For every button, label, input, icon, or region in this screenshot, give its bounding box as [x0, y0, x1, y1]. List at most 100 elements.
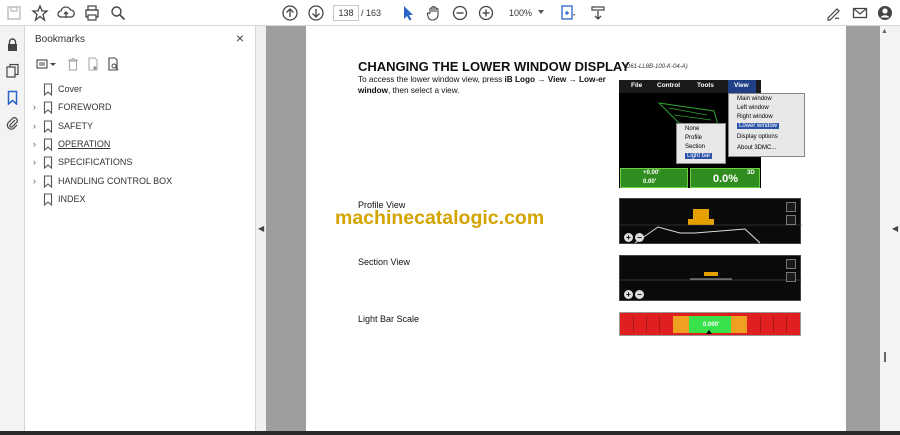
hud-panel-left: +0.00' 0.00': [620, 168, 688, 188]
section-view-label: Section View: [358, 257, 410, 267]
navigation-rail: [0, 26, 25, 435]
screen-menu-item: View: [734, 82, 749, 89]
zoom-in-icon: +: [624, 290, 633, 299]
light-bar-tick: [659, 316, 660, 333]
expand-right-icon[interactable]: ◀: [892, 224, 898, 233]
screen-dropdown-item: Light bar: [685, 153, 713, 159]
light-bar-tick: [786, 316, 787, 333]
intro-text: To access the lower window view, press: [358, 75, 505, 84]
attachment-icon[interactable]: [4, 115, 21, 132]
screen-dropdown-item: Section: [685, 144, 706, 150]
chevron-right-icon[interactable]: ›: [33, 121, 41, 133]
document-viewer[interactable]: CHANGING THE LOWER WINDOW DISPLAY (D61-L…: [266, 26, 890, 431]
account-icon[interactable]: [875, 3, 895, 23]
lock-icon[interactable]: [4, 36, 21, 53]
bookmark-icon: [43, 175, 53, 188]
bookmark-item[interactable]: › OPERATION: [25, 137, 256, 153]
document-page: CHANGING THE LOWER WINDOW DISPLAY (D61-L…: [306, 26, 846, 431]
bookmark-item[interactable]: INDEX: [25, 192, 256, 208]
screen-dropdown-item: About 3DMC...: [737, 145, 777, 151]
chevron-right-icon[interactable]: ›: [33, 157, 41, 169]
zoom-out-icon: −: [635, 233, 644, 242]
chevron-down-icon[interactable]: [538, 10, 544, 14]
bookmark-label: SPECIFICATIONS: [58, 157, 133, 167]
fit-page-icon[interactable]: [558, 3, 578, 23]
heading-code: (D61-LL8B-100-K-04-A): [624, 64, 688, 70]
select-pointer-icon[interactable]: [398, 3, 418, 23]
delete-icon[interactable]: [65, 56, 81, 72]
bookmark-item[interactable]: › SPECIFICATIONS: [25, 155, 256, 171]
page-total: / 163: [361, 8, 382, 18]
zoom-in-icon: +: [624, 233, 633, 242]
bookmark-label: FOREWORD: [58, 102, 112, 112]
intro-bold: View: [547, 75, 567, 84]
scrollbar-thumb[interactable]: [884, 352, 886, 362]
page-number-input[interactable]: 138: [333, 5, 359, 21]
collapse-left-icon[interactable]: ◀: [258, 224, 264, 233]
screen-dropdown-item: None: [685, 126, 700, 132]
screen-dropdown-item: Profile: [685, 135, 703, 141]
main-toolbar: 138 / 163 100%: [0, 0, 900, 26]
screen-view-menu: View: [728, 80, 756, 93]
light-bar-label: Light Bar Scale: [358, 314, 420, 324]
profile-view-screenshot: + −: [619, 198, 802, 244]
zoom-search-icon[interactable]: [108, 3, 128, 23]
close-icon[interactable]: ×: [233, 31, 247, 45]
bookmark-item[interactable]: › SAFETY: [25, 119, 256, 135]
star-icon[interactable]: [30, 3, 50, 23]
chevron-right-icon[interactable]: ›: [33, 102, 41, 114]
page-down-icon[interactable]: [306, 3, 326, 23]
email-icon[interactable]: [850, 3, 870, 23]
bookmark-icon: [43, 156, 53, 169]
find-bookmark-icon[interactable]: [105, 56, 121, 72]
sign-icon[interactable]: [824, 3, 844, 23]
chevron-right-icon[interactable]: ›: [33, 139, 41, 151]
chevron-right-icon[interactable]: ›: [33, 176, 41, 188]
bookmark-item[interactable]: › HANDLING CONTROL BOX: [25, 174, 256, 190]
intro-arrow: →: [535, 75, 548, 84]
save-icon[interactable]: [4, 3, 24, 23]
print-icon[interactable]: [82, 3, 102, 23]
profile-graphic: [620, 209, 802, 244]
scroll-up-icon[interactable]: ▲: [881, 28, 888, 35]
bookmark-item[interactable]: Cover: [25, 82, 256, 98]
light-bar-segment: [731, 316, 747, 333]
page-heading: CHANGING THE LOWER WINDOW DISPLAY: [358, 59, 630, 74]
screen-submenu: None Profile Section Light bar: [676, 123, 726, 164]
zoom-out-icon[interactable]: [450, 3, 470, 23]
light-bar-tick: [773, 316, 774, 333]
hud-panel-right: 0.0% 3D: [690, 168, 760, 188]
light-bar-scale: 0.000': [619, 312, 801, 336]
screen-dropdown-item: Display options: [737, 134, 778, 140]
center-marker-icon: [706, 330, 712, 334]
zoom-in-icon[interactable]: [476, 3, 496, 23]
bookmark-item[interactable]: › FOREWORD: [25, 100, 256, 116]
bookmark-label: Cover: [58, 84, 83, 94]
zoom-out-icon: −: [635, 290, 644, 299]
pages-icon[interactable]: [4, 62, 21, 79]
scroll-down-icon: [786, 215, 796, 225]
scroll-down-icon: [786, 272, 796, 282]
cloud-upload-icon[interactable]: [56, 3, 76, 23]
bookmark-icon: [43, 83, 53, 96]
screen-menubar: File Control Tools View: [619, 80, 761, 93]
panel-title: Bookmarks: [35, 34, 86, 45]
screen-view-dropdown: Main window Left window Right window Low…: [728, 93, 805, 157]
new-bookmark-icon[interactable]: [85, 56, 101, 72]
bookmark-icon: [43, 101, 53, 114]
screen-dropdown-item: Right window: [737, 114, 773, 120]
intro-bold: iB Logo: [504, 75, 535, 84]
chevron-down-icon[interactable]: [49, 56, 57, 72]
hud-value: 0.00': [643, 179, 657, 185]
bookmark-label: INDEX: [58, 194, 86, 204]
light-bar-value: 0.000': [703, 322, 720, 328]
scroll-mode-icon[interactable]: [588, 3, 608, 23]
scroll-up-icon: [786, 259, 796, 269]
bookmark-icon[interactable]: [4, 89, 21, 106]
hand-icon[interactable]: [424, 3, 444, 23]
intro-paragraph: To access the lower window view, press i…: [358, 74, 614, 96]
page-up-icon[interactable]: [280, 3, 300, 23]
section-view-screenshot: + −: [619, 255, 802, 301]
bookmark-label: SAFETY: [58, 121, 94, 131]
screen-dropdown-item: Lower window: [737, 123, 780, 129]
